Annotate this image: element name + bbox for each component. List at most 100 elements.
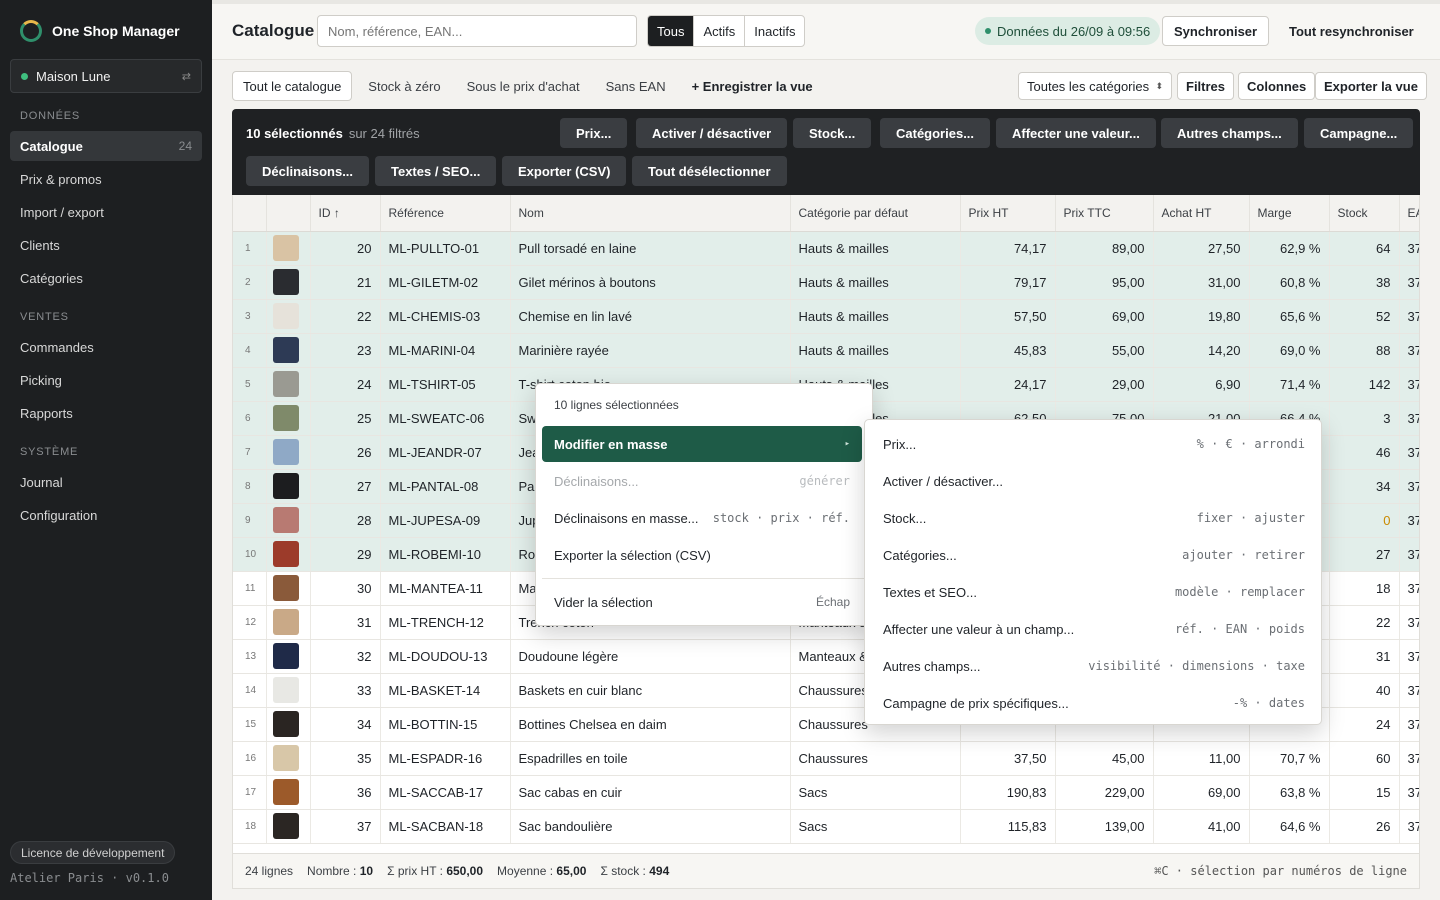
cell-categorie[interactable]: Sacs (790, 775, 961, 810)
menu-item-bulk-declinaisons[interactable]: Déclinaisons en masse... stock · prix · … (542, 500, 862, 536)
submenu-item-prix[interactable]: Prix... % · € · arrondi (871, 426, 1317, 462)
menu-item-export-selection[interactable]: Exporter la sélection (CSV) (542, 537, 862, 573)
bulk-assign-value-button[interactable]: Affecter une valeur... (996, 118, 1156, 148)
submenu-item-assign-value[interactable]: Affecter une valeur à un champ... réf. · … (871, 611, 1317, 647)
cell-nom[interactable]: Baskets en cuir blanc (510, 673, 791, 708)
sidebar-item-commandes[interactable]: Commandes (10, 332, 202, 362)
cell-reference[interactable]: ML-ESPADR-16 (380, 741, 511, 776)
cell-categorie[interactable]: Chaussures (790, 741, 961, 776)
cell-stock[interactable]: 38 (1329, 265, 1400, 300)
save-view-button[interactable]: + Enregistrer la vue (682, 71, 823, 101)
cell-prix-ht[interactable]: 24,17 (960, 367, 1056, 402)
cell-reference[interactable]: ML-TRENCH-12 (380, 605, 511, 640)
cell-stock[interactable]: 22 (1329, 605, 1400, 640)
sidebar-item-import-export[interactable]: Import / export (10, 197, 202, 227)
bulk-other-fields-button[interactable]: Autres champs... (1161, 118, 1298, 148)
col-marge[interactable]: Marge (1249, 195, 1330, 232)
shop-switcher[interactable]: Maison Lune ⇄ (10, 59, 202, 93)
cell-reference[interactable]: ML-SACBAN-18 (380, 809, 511, 844)
cell-ean[interactable]: 37 (1399, 299, 1419, 334)
cell-ean[interactable]: 37 (1399, 707, 1419, 742)
cell-stock[interactable]: 31 (1329, 639, 1400, 674)
cell-reference[interactable]: ML-SWEATC-06 (380, 401, 511, 436)
cell-achat-ht[interactable]: 69,00 (1153, 775, 1250, 810)
filter-tous[interactable]: Tous (648, 16, 694, 46)
cell-nom[interactable]: Espadrilles en toile (510, 741, 791, 776)
cell-ean[interactable]: 37 (1399, 605, 1419, 640)
export-view-button[interactable]: Exporter la vue (1315, 72, 1427, 100)
table-row[interactable]: 18 37 ML-SACBAN-18 Sac bandoulière Sacs 115,8… (233, 809, 1419, 844)
cell-ean[interactable]: 37 (1399, 333, 1419, 368)
menu-item-bulk-edit[interactable]: Modifier en masse ▸ (542, 426, 862, 462)
filters-button[interactable]: Filtres (1177, 72, 1235, 100)
cell-stock[interactable]: 27 (1329, 537, 1400, 572)
col-stock[interactable]: Stock (1329, 195, 1400, 232)
table-row[interactable]: 1 20 ML-PULLTO-01 Pull torsadé en laine Haut… (233, 231, 1419, 266)
cell-ean[interactable]: 37 (1399, 809, 1419, 844)
cell-ean[interactable]: 37 (1399, 673, 1419, 708)
cell-ean[interactable]: 37 (1399, 775, 1419, 810)
table-row[interactable]: 4 23 ML-MARINI-04 Marinière rayée Hauts & ma… (233, 333, 1419, 368)
cell-ean[interactable]: 37 (1399, 639, 1419, 674)
cell-achat-ht[interactable]: 31,00 (1153, 265, 1250, 300)
cell-ean[interactable]: 37 (1399, 231, 1419, 266)
menu-item-clear-selection[interactable]: Vider la sélection Échap (542, 584, 862, 620)
submenu-item-textes-seo[interactable]: Textes et SEO... modèle · remplacer (871, 574, 1317, 610)
cell-categorie[interactable]: Hauts & mailles (790, 231, 961, 266)
bulk-categories-button[interactable]: Catégories... (880, 118, 991, 148)
filter-inactifs[interactable]: Inactifs (744, 16, 804, 46)
cell-achat-ht[interactable]: 14,20 (1153, 333, 1250, 368)
sidebar-item-picking[interactable]: Picking (10, 365, 202, 395)
bulk-prix-button[interactable]: Prix... (560, 118, 628, 148)
sidebar-item-clients[interactable]: Clients (10, 230, 202, 260)
cell-prix-ht[interactable]: 45,83 (960, 333, 1056, 368)
cell-categorie[interactable]: Hauts & mailles (790, 265, 961, 300)
submenu-item-campaign[interactable]: Campagne de prix spécifiques... -% · date… (871, 685, 1317, 721)
cell-nom[interactable]: Doudoune légère (510, 639, 791, 674)
table-row[interactable]: 16 35 ML-ESPADR-16 Espadrilles en toile Chau… (233, 741, 1419, 776)
view-sans-ean[interactable]: Sans EAN (596, 71, 676, 101)
submenu-item-stock[interactable]: Stock... fixer · ajuster (871, 500, 1317, 536)
cell-reference[interactable]: ML-BASKET-14 (380, 673, 511, 708)
cell-prix-ht[interactable]: 190,83 (960, 775, 1056, 810)
col-prix-ht[interactable]: Prix HT (960, 195, 1056, 232)
cell-nom[interactable]: Gilet mérinos à boutons (510, 265, 791, 300)
cell-achat-ht[interactable]: 27,50 (1153, 231, 1250, 266)
cell-reference[interactable]: ML-PANTAL-08 (380, 469, 511, 504)
cell-prix-ttc[interactable]: 89,00 (1055, 231, 1154, 266)
cell-reference[interactable]: ML-MANTEA-11 (380, 571, 511, 606)
cell-reference[interactable]: ML-DOUDOU-13 (380, 639, 511, 674)
cell-prix-ht[interactable]: 74,17 (960, 231, 1056, 266)
cell-stock[interactable]: 18 (1329, 571, 1400, 606)
cell-prix-ht[interactable]: 57,50 (960, 299, 1056, 334)
cell-achat-ht[interactable]: 6,90 (1153, 367, 1250, 402)
cell-ean[interactable]: 37 (1399, 265, 1419, 300)
cell-prix-ttc[interactable]: 29,00 (1055, 367, 1154, 402)
sidebar-item-prix-promos[interactable]: Prix & promos (10, 164, 202, 194)
cell-nom[interactable]: Marinière rayée (510, 333, 791, 368)
col-nom[interactable]: Nom (510, 195, 791, 232)
view-stock-a-zero[interactable]: Stock à zéro (358, 71, 450, 101)
cell-ean[interactable]: 37 (1399, 503, 1419, 538)
col-reference[interactable]: Référence (380, 195, 511, 232)
cell-nom[interactable]: Sac bandoulière (510, 809, 791, 844)
cell-nom[interactable]: Bottines Chelsea en daim (510, 707, 791, 742)
table-row[interactable]: 2 21 ML-GILETM-02 Gilet mérinos à boutons Ha… (233, 265, 1419, 300)
view-sous-prix-achat[interactable]: Sous le prix d'achat (457, 71, 590, 101)
cell-stock[interactable]: 46 (1329, 435, 1400, 470)
cell-ean[interactable]: 37 (1399, 469, 1419, 504)
cell-ean[interactable]: 37 (1399, 537, 1419, 572)
filter-actifs[interactable]: Actifs (693, 16, 744, 46)
cell-achat-ht[interactable]: 41,00 (1153, 809, 1250, 844)
cell-reference[interactable]: ML-GILETM-02 (380, 265, 511, 300)
submenu-item-other-fields[interactable]: Autres champs... visibilité · dimensions … (871, 648, 1317, 684)
cell-reference[interactable]: ML-ROBEMI-10 (380, 537, 511, 572)
cell-stock[interactable]: 24 (1329, 707, 1400, 742)
cell-categorie[interactable]: Hauts & mailles (790, 299, 961, 334)
cell-nom[interactable]: Pull torsadé en laine (510, 231, 791, 266)
cell-achat-ht[interactable]: 11,00 (1153, 741, 1250, 776)
col-achat-ht[interactable]: Achat HT (1153, 195, 1250, 232)
bulk-declinaisons-button[interactable]: Déclinaisons... (246, 156, 370, 186)
table-row[interactable]: 17 36 ML-SACCAB-17 Sac cabas en cuir Sacs 190… (233, 775, 1419, 810)
cell-reference[interactable]: ML-BOTTIN-15 (380, 707, 511, 742)
